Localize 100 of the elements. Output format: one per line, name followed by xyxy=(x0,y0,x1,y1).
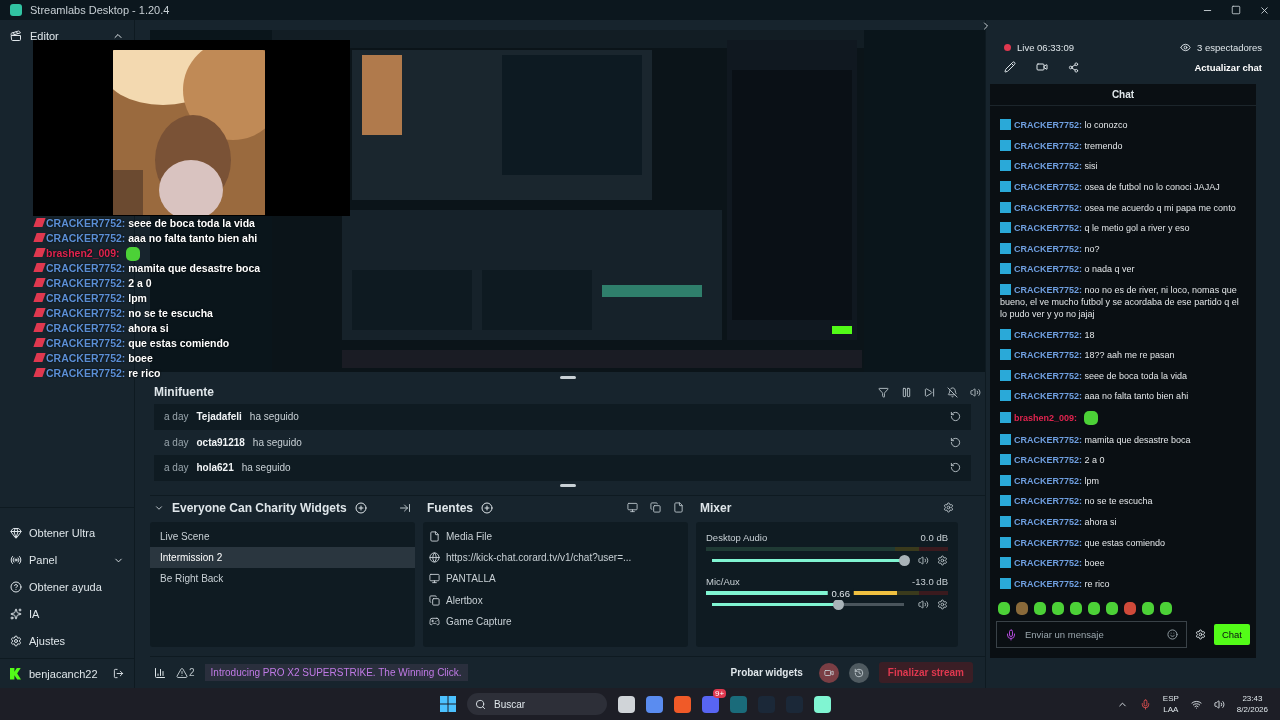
news-ticker[interactable]: Introducing PRO X2 SUPERSTRIKE. The Winning Click. xyxy=(204,664,468,681)
emote-icon[interactable] xyxy=(1106,602,1118,616)
pause-icon[interactable] xyxy=(901,386,912,398)
history-icon xyxy=(853,667,864,678)
panel-title: Minifuente xyxy=(154,385,214,399)
source-item[interactable]: Game Capture xyxy=(423,610,688,632)
emote-icon[interactable] xyxy=(1088,602,1100,616)
app-logo-icon xyxy=(10,4,22,16)
event-time: a day xyxy=(164,436,189,448)
kick-logo-icon xyxy=(10,667,21,680)
camera-icon xyxy=(823,667,834,678)
logout-icon[interactable] xyxy=(113,668,124,679)
refresh-chat-button[interactable]: Actualizar chat xyxy=(1194,61,1262,73)
source-item[interactable]: https://kick-chat.corard.tv/v1/chat?user=... xyxy=(423,546,688,569)
live-indicator-icon xyxy=(1004,44,1011,51)
message-input[interactable]: Enviar un mensaje xyxy=(996,621,1187,649)
maximize-icon[interactable] xyxy=(1231,4,1241,15)
live-time: Live 06:33:09 xyxy=(1017,42,1075,53)
replay-icon[interactable] xyxy=(950,411,961,423)
test-widgets-button[interactable]: Probar widgets xyxy=(724,666,809,679)
emoji-icon xyxy=(1166,629,1178,641)
volume-icon[interactable] xyxy=(918,554,930,566)
channel-reading: 0.0 dB xyxy=(920,531,948,543)
monitor-icon[interactable] xyxy=(627,502,638,513)
sidebar-item[interactable]: Ajustes xyxy=(0,627,134,654)
share-icon[interactable] xyxy=(1068,61,1079,73)
clock[interactable]: 23:43 8/2/2026 xyxy=(1236,694,1268,714)
close-icon[interactable] xyxy=(1259,4,1270,16)
chat-message: CRACKER7752: mamita que desastre boca xyxy=(1000,429,1248,450)
chat-message: CRACKER7752: no se te escucha xyxy=(1000,491,1248,512)
volume-icon xyxy=(1213,698,1225,710)
notifications-button[interactable]: 2 xyxy=(176,666,195,679)
clapperboard-icon xyxy=(10,30,22,42)
record-button[interactable] xyxy=(818,662,839,683)
settings-icon[interactable] xyxy=(937,554,948,566)
emote-icon[interactable] xyxy=(1052,602,1064,616)
layers-icon[interactable] xyxy=(650,502,661,513)
bar-chart-icon[interactable] xyxy=(154,666,166,679)
settings-icon xyxy=(10,634,22,647)
volume-icon[interactable] xyxy=(918,598,930,610)
sidebar-item[interactable]: Editor xyxy=(30,30,59,42)
emote-icon[interactable] xyxy=(1070,602,1082,616)
emote-icon[interactable] xyxy=(1124,602,1136,616)
settings-icon[interactable] xyxy=(1194,629,1206,641)
resize-handle[interactable] xyxy=(559,484,576,487)
gem-icon xyxy=(10,527,22,540)
source-item[interactable]: Alertbox xyxy=(423,589,688,611)
collapse-icon[interactable] xyxy=(399,501,411,514)
taskbar-search[interactable]: Buscar xyxy=(467,693,607,715)
windows-logo-icon[interactable] xyxy=(440,696,456,712)
monitor-icon xyxy=(429,573,440,585)
replay-button[interactable] xyxy=(848,662,869,683)
chat-message: CRACKER7752: 2 a 0 xyxy=(1000,449,1248,471)
emote-icon[interactable] xyxy=(998,602,1010,616)
scene-item[interactable]: Intermission 2 xyxy=(150,546,415,568)
scene-item[interactable]: Be Right Back xyxy=(150,567,415,589)
camera-icon[interactable] xyxy=(1036,61,1048,73)
chat-message: CRACKER7752: sisi xyxy=(1000,156,1248,177)
add-icon[interactable] xyxy=(354,501,367,514)
source-item[interactable]: PANTALLA xyxy=(423,568,688,590)
gamepad-icon xyxy=(429,615,440,627)
window-title: Streamlabs Desktop - 1.20.4 xyxy=(30,4,170,16)
settings-icon[interactable] xyxy=(943,502,954,513)
chat-message: CRACKER7752: boee xyxy=(1000,552,1248,574)
filter-icon[interactable] xyxy=(878,386,889,398)
sidebar-item[interactable]: IA xyxy=(0,600,134,628)
emote-icon[interactable] xyxy=(1142,602,1154,616)
channel-reading: -13.0 dB xyxy=(912,575,948,587)
emote-icon[interactable] xyxy=(1160,602,1172,616)
language-indicator[interactable]: ESP LAA xyxy=(1162,694,1179,714)
settings-icon[interactable] xyxy=(937,598,948,610)
sidebar-item[interactable]: Obtener ayuda xyxy=(0,573,134,601)
layers-icon xyxy=(429,594,440,606)
panel-title: Everyone Can Charity Widgets xyxy=(172,500,347,515)
skip-icon[interactable] xyxy=(924,386,935,398)
scene-item[interactable]: Live Scene xyxy=(150,525,415,547)
chat-message: CRACKER7752: seee de boca toda la vida xyxy=(1000,365,1248,387)
emote-icon[interactable] xyxy=(1034,602,1046,616)
help-icon xyxy=(10,581,22,593)
replay-icon[interactable] xyxy=(950,462,961,474)
event-action: ha seguido xyxy=(241,462,291,474)
pencil-icon[interactable] xyxy=(1004,61,1016,73)
channel-name: Mic/Aux xyxy=(706,575,740,587)
resize-handle[interactable] xyxy=(559,375,576,379)
chat-message: CRACKER7752: 18?? aah me re pasan xyxy=(1000,344,1248,366)
viewer-count: 3 espectadores xyxy=(1197,42,1262,53)
replay-icon[interactable] xyxy=(950,436,961,448)
sidebar-item[interactable]: Panel xyxy=(0,546,134,574)
wifi-icon xyxy=(1190,698,1202,710)
app-icon[interactable] xyxy=(730,695,747,713)
source-item[interactable]: Media File xyxy=(423,525,688,547)
mute-alerts-icon[interactable] xyxy=(947,386,958,398)
chat-message: CRACKER7752: noo no es de river, ni loco, nomas que bueno, el ve mucho futbol y se acordaba de ese partido q el lo pudo ver y yo no jajaj xyxy=(1000,283,1240,322)
chat-message: CRACKER7752: lpm xyxy=(1000,470,1248,492)
add-icon[interactable] xyxy=(481,501,493,514)
send-button[interactable]: Chat xyxy=(1213,624,1250,646)
chat-message: CRACKER7752: no? xyxy=(1000,238,1248,260)
file-icon xyxy=(429,530,440,542)
sidebar-item[interactable]: Obtener Ultra xyxy=(0,520,134,547)
volume-icon[interactable] xyxy=(970,386,981,398)
